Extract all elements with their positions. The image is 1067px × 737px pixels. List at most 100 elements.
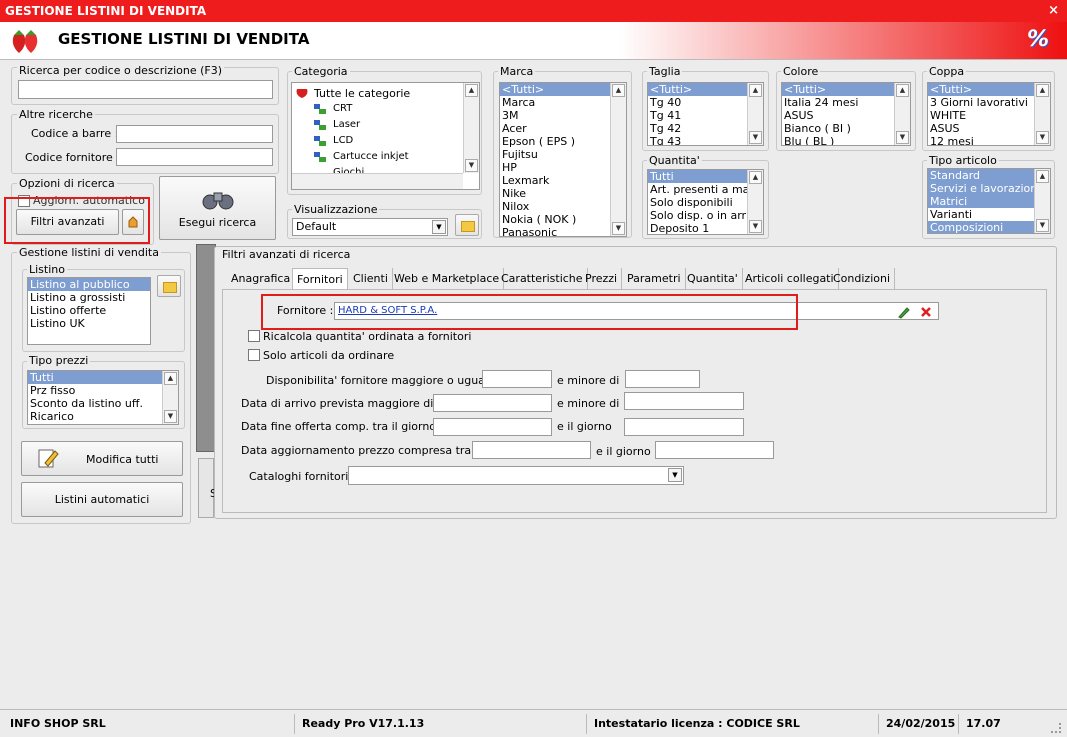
tipo-articolo-scrollbar[interactable]: ▲ ▼: [1034, 169, 1050, 233]
chevron-down-icon[interactable]: ▼: [668, 468, 682, 482]
quantita-item[interactable]: Tutti: [648, 170, 763, 183]
quantita-scrollbar[interactable]: ▲ ▼: [747, 170, 763, 234]
marca-item[interactable]: Acer: [500, 122, 626, 135]
colore-item[interactable]: Bianco ( BI ): [782, 122, 910, 135]
tipo-articolo-item[interactable]: Varianti: [928, 208, 1050, 221]
price-update-from-input[interactable]: [472, 441, 591, 459]
quantita-item[interactable]: Solo disponibili: [648, 196, 763, 209]
offer-end-from-input[interactable]: [433, 418, 552, 436]
arrival-from-input[interactable]: [433, 394, 552, 412]
coppa-item[interactable]: WHITE: [928, 109, 1050, 122]
coppa-item[interactable]: 3 Giorni lavorativi: [928, 96, 1050, 109]
categoria-vscroll[interactable]: ▲ ▼: [463, 83, 479, 173]
taglia-item[interactable]: Tg 43: [648, 135, 763, 145]
tab-anagrafica[interactable]: Anagrafica: [227, 268, 296, 290]
quantita-list[interactable]: Tutti Art. presenti a maga Solo disponib…: [647, 169, 764, 235]
recalc-checkbox[interactable]: [248, 330, 260, 342]
tab-parametri[interactable]: Parametri: [623, 268, 686, 290]
tipo-prezzi-item[interactable]: Prz fisso: [28, 384, 178, 397]
auto-lists-button[interactable]: Listini automatici: [21, 482, 183, 517]
marca-item[interactable]: Marca: [500, 96, 626, 109]
quantita-item[interactable]: Art. presenti a maga: [648, 183, 763, 196]
visualizzazione-folder-icon[interactable]: [455, 214, 479, 236]
marca-item[interactable]: <Tutti>: [500, 83, 626, 96]
listino-item[interactable]: Listino offerte: [28, 304, 150, 317]
marca-item[interactable]: Panasonic: [500, 226, 626, 236]
visualizzazione-select[interactable]: Default ▼: [292, 218, 448, 236]
marca-item[interactable]: Nike: [500, 187, 626, 200]
marca-item[interactable]: Lexmark: [500, 174, 626, 187]
colore-item[interactable]: Blu ( BL ): [782, 135, 910, 145]
search-input[interactable]: [18, 80, 273, 99]
colore-list[interactable]: <Tutti> Italia 24 mesi ASUS Bianco ( BI …: [781, 82, 911, 146]
tree-item-inkjet[interactable]: Cartucce inkjet: [333, 151, 409, 162]
pencil-icon[interactable]: [897, 305, 911, 319]
tab-caratteristiche[interactable]: Caratteristiche: [497, 268, 588, 290]
tab-articoli-collegati[interactable]: Articoli collegati: [741, 268, 839, 290]
tipo-articolo-item[interactable]: Standard: [928, 169, 1050, 182]
tree-item-crt[interactable]: CRT: [333, 103, 352, 114]
categoria-hscroll[interactable]: [292, 173, 463, 189]
resize-grip-icon[interactable]: [1051, 723, 1061, 733]
tipo-prezzi-scrollbar[interactable]: ▲ ▼: [162, 371, 178, 424]
marca-item[interactable]: Nokia ( NOK ): [500, 213, 626, 226]
tipo-prezzi-item[interactable]: Tutti: [28, 371, 178, 384]
tab-quantita[interactable]: Quantita': [683, 268, 743, 290]
marca-item[interactable]: HP: [500, 161, 626, 174]
tipo-articolo-item[interactable]: Matrici: [928, 195, 1050, 208]
coppa-list[interactable]: <Tutti> 3 Giorni lavorativi WHITE ASUS 1…: [927, 82, 1051, 146]
chevron-down-icon[interactable]: ▼: [432, 220, 446, 234]
quantita-item[interactable]: Deposito 1: [648, 222, 763, 234]
catalog-select[interactable]: ▼: [348, 466, 684, 485]
tree-item-laser[interactable]: Laser: [333, 119, 360, 130]
tab-condizioni[interactable]: Condizioni: [829, 268, 896, 290]
marca-item[interactable]: 3M: [500, 109, 626, 122]
taglia-scrollbar[interactable]: ▲ ▼: [747, 83, 763, 145]
marca-item[interactable]: Nilox: [500, 200, 626, 213]
tree-item-root[interactable]: Tutte le categorie: [314, 87, 410, 100]
tab-clienti[interactable]: Clienti: [349, 268, 393, 290]
modify-all-button[interactable]: Modifica tutti: [21, 441, 183, 476]
taglia-item[interactable]: Tg 40: [648, 96, 763, 109]
taglia-item[interactable]: <Tutti>: [648, 83, 763, 96]
tab-web-marketplace[interactable]: Web e Marketplace: [390, 268, 505, 290]
listino-list[interactable]: Listino al pubblico Listino a grossisti …: [27, 277, 151, 345]
arrival-to-input[interactable]: [624, 392, 744, 410]
listino-item[interactable]: Listino UK: [28, 317, 150, 330]
marca-list[interactable]: <Tutti> Marca 3M Acer Epson ( EPS ) Fuji…: [499, 82, 627, 237]
tipo-articolo-item[interactable]: Servizi e lavorazioni: [928, 182, 1050, 195]
listino-item[interactable]: Listino a grossisti: [28, 291, 150, 304]
marca-scrollbar[interactable]: ▲ ▼: [610, 83, 626, 236]
marca-item[interactable]: Epson ( EPS ): [500, 135, 626, 148]
delete-icon[interactable]: [919, 305, 933, 319]
listino-folder-icon[interactable]: [157, 275, 181, 297]
marca-item[interactable]: Fujitsu: [500, 148, 626, 161]
colore-item[interactable]: Italia 24 mesi: [782, 96, 910, 109]
tab-fornitori[interactable]: Fornitori: [292, 268, 348, 290]
quantita-item[interactable]: Solo disp. o in arrivo: [648, 209, 763, 222]
colore-item[interactable]: ASUS: [782, 109, 910, 122]
coppa-item[interactable]: 12 mesi: [928, 135, 1050, 145]
tipo-articolo-list[interactable]: Standard Servizi e lavorazioni Matrici V…: [927, 168, 1051, 234]
availability-min-input[interactable]: [482, 370, 552, 388]
tipo-prezzi-item[interactable]: Ricarico: [28, 410, 178, 423]
taglia-item[interactable]: Tg 42: [648, 122, 763, 135]
colore-scrollbar[interactable]: ▲ ▼: [894, 83, 910, 145]
taglia-item[interactable]: Tg 41: [648, 109, 763, 122]
offer-end-to-input[interactable]: [624, 418, 744, 436]
only-to-order-checkbox[interactable]: [248, 349, 260, 361]
coppa-scrollbar[interactable]: ▲ ▼: [1034, 83, 1050, 145]
listino-item[interactable]: Listino al pubblico: [28, 278, 150, 291]
tab-prezzi[interactable]: Prezzi: [581, 268, 623, 290]
coppa-item[interactable]: ASUS: [928, 122, 1050, 135]
taglia-list[interactable]: <Tutti> Tg 40 Tg 41 Tg 42 Tg 43 ▲ ▼: [647, 82, 764, 146]
barcode-input[interactable]: [116, 125, 273, 143]
categoria-tree[interactable]: Tutte le categorie CRT Laser LCD Cartucc…: [291, 82, 480, 190]
tree-item-lcd[interactable]: LCD: [333, 135, 353, 146]
tipo-prezzi-list[interactable]: Tutti Prz fisso Sconto da listino uff. R…: [27, 370, 179, 425]
close-icon[interactable]: ×: [1048, 0, 1059, 22]
run-search-button[interactable]: Esegui ricerca: [159, 176, 276, 240]
colore-item[interactable]: <Tutti>: [782, 83, 910, 96]
tipo-articolo-item[interactable]: Composizioni: [928, 221, 1050, 233]
availability-max-input[interactable]: [625, 370, 700, 388]
